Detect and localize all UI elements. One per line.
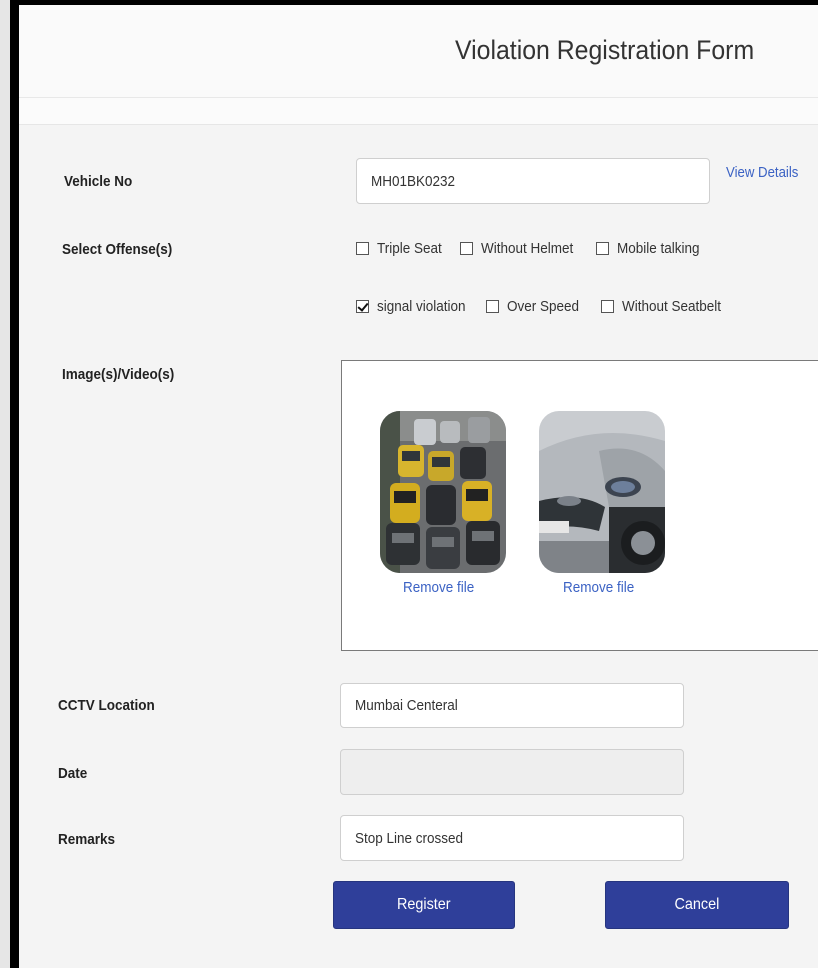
car-photo-icon bbox=[539, 411, 665, 573]
offense-checkbox-without-seatbelt[interactable]: Without Seatbelt bbox=[601, 298, 732, 315]
checkbox-box bbox=[356, 242, 369, 255]
header-divider bbox=[19, 98, 818, 125]
checkbox-box bbox=[356, 300, 369, 313]
offense-label-text: Over Speed bbox=[507, 298, 580, 315]
date-label: Date bbox=[58, 765, 88, 782]
media-dropzone[interactable]: Remove file Remove file bbox=[341, 360, 818, 651]
check-mark-icon bbox=[357, 300, 369, 312]
remarks-label: Remarks bbox=[58, 831, 116, 848]
cancel-button[interactable]: Cancel bbox=[605, 881, 789, 929]
offense-checkbox-over-speed[interactable]: Over Speed bbox=[486, 298, 587, 315]
offense-checkbox-signal-violation[interactable]: signal violation bbox=[356, 298, 475, 315]
vehicle-no-value: MH01BK0232 bbox=[371, 172, 456, 190]
offense-label-text: Without Seatbelt bbox=[622, 298, 722, 315]
cancel-button-label: Cancel bbox=[674, 896, 720, 913]
page-title: Violation Registration Form bbox=[455, 35, 755, 65]
cctv-label: CCTV Location bbox=[58, 697, 155, 714]
traffic-photo-icon bbox=[380, 411, 506, 573]
checkbox-box bbox=[596, 242, 609, 255]
vehicle-no-label: Vehicle No bbox=[64, 173, 133, 190]
offense-label-text: signal violation bbox=[377, 298, 466, 315]
offense-label: Select Offense(s) bbox=[62, 241, 173, 258]
register-button[interactable]: Register bbox=[333, 881, 515, 929]
date-input[interactable] bbox=[340, 749, 684, 795]
offense-checkbox-triple-seat[interactable]: Triple Seat bbox=[356, 240, 449, 257]
offense-checkbox-without-helmet[interactable]: Without Helmet bbox=[460, 240, 584, 257]
offense-label-text: Mobile talking bbox=[617, 240, 700, 257]
view-details-link[interactable]: View Details bbox=[726, 164, 798, 181]
offense-label-text: Triple Seat bbox=[377, 240, 442, 257]
checkbox-box bbox=[460, 242, 473, 255]
media-label: Image(s)/Video(s) bbox=[62, 366, 175, 383]
checkbox-box bbox=[486, 300, 499, 313]
remove-file-link[interactable]: Remove file bbox=[563, 579, 634, 596]
register-button-label: Register bbox=[397, 896, 451, 913]
vehicle-no-input[interactable]: MH01BK0232 bbox=[356, 158, 710, 204]
remove-file-link[interactable]: Remove file bbox=[403, 579, 474, 596]
checkbox-box bbox=[601, 300, 614, 313]
remarks-value: Stop Line crossed bbox=[355, 829, 464, 847]
remarks-input[interactable]: Stop Line crossed bbox=[340, 815, 684, 861]
offense-label-text: Without Helmet bbox=[481, 240, 574, 257]
offense-checkbox-mobile-talking[interactable]: Mobile talking bbox=[596, 240, 709, 257]
cctv-location-value: Mumbai Centeral bbox=[355, 697, 458, 714]
cctv-location-input[interactable]: Mumbai Centeral bbox=[340, 683, 684, 728]
